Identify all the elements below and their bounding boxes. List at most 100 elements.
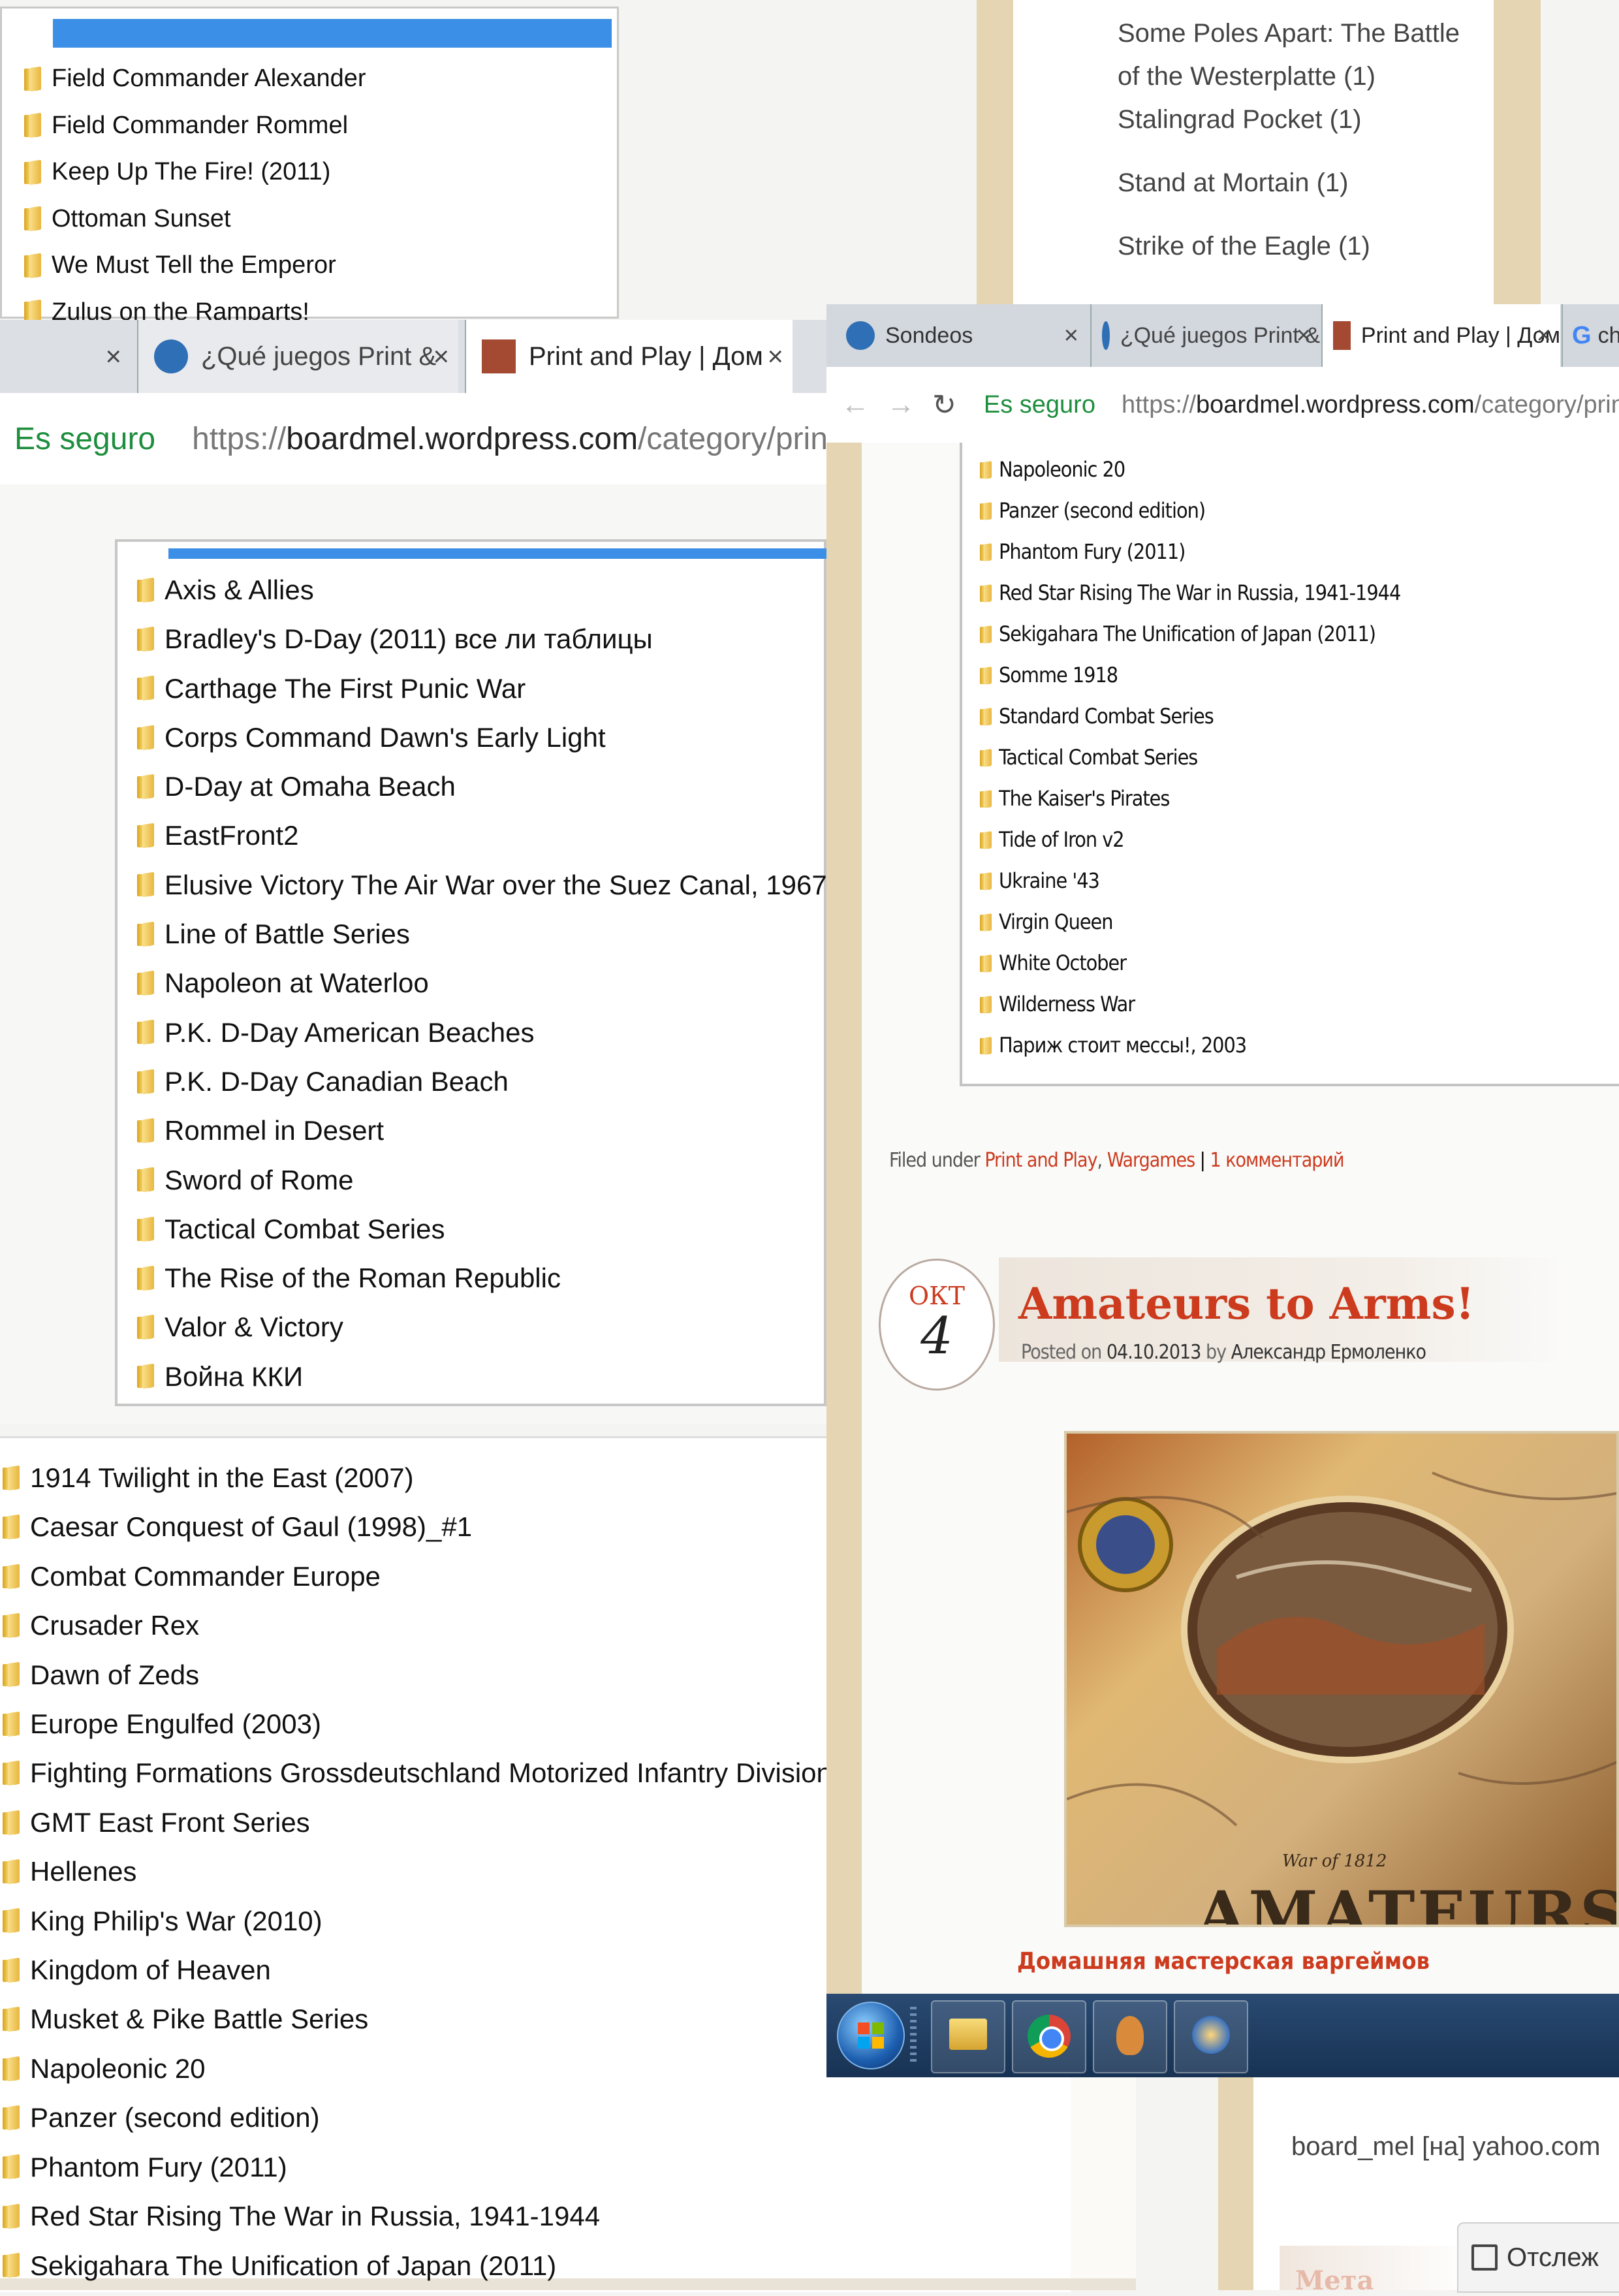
- folder-item[interactable]: Bradley's D-Day (2011) все ли таблицы: [134, 614, 897, 663]
- folder-item[interactable]: Red Star Rising The War in Russia, 1941-…: [978, 573, 1401, 614]
- media-player-taskbar-icon[interactable]: [1174, 2000, 1248, 2073]
- folder-item[interactable]: Corps Command Dawn's Early Light: [134, 713, 897, 762]
- close-icon[interactable]: ×: [433, 341, 449, 372]
- folder-item[interactable]: Panzer (second edition): [978, 490, 1400, 531]
- folder-item[interactable]: Panzer (second edition): [0, 2093, 917, 2142]
- folder-item[interactable]: Phantom Fury (2011): [978, 531, 1400, 573]
- folder-item[interactable]: Ottoman Sunset: [22, 196, 366, 243]
- folder-item[interactable]: Crusader Rex: [0, 1601, 917, 1650]
- folder-icon: [0, 1661, 22, 1688]
- folder-item[interactable]: Napoleonic 20: [0, 2044, 917, 2093]
- folder-item[interactable]: Carthage The First Punic War: [134, 664, 897, 713]
- folder-item[interactable]: White October: [978, 943, 1400, 984]
- folder-item[interactable]: Napoleon at Waterloo: [134, 958, 897, 1007]
- folder-item[interactable]: D-Day at Omaha Beach: [134, 762, 897, 811]
- folder-item[interactable]: Sekigahara The Unification of Japan (201…: [978, 614, 1400, 655]
- folder-item[interactable]: Париж стоит мессы!, 2003: [978, 1025, 1400, 1066]
- start-button[interactable]: [837, 2002, 905, 2069]
- folder-item[interactable]: Tactical Combat Series: [978, 737, 1400, 778]
- close-icon[interactable]: ×: [767, 341, 783, 372]
- folder-item[interactable]: Sekigahara The Unification of Japan (201…: [0, 2241, 917, 2290]
- folder-item[interactable]: Line of Battle Series: [134, 909, 897, 958]
- explorer-taskbar-icon[interactable]: [931, 2000, 1005, 2073]
- sidebar-category-link[interactable]: Stalingrad Pocket (1): [1118, 98, 1483, 161]
- folder-item[interactable]: Rommel in Desert: [134, 1106, 897, 1155]
- folder-item[interactable]: Wilderness War: [978, 984, 1400, 1025]
- post-image[interactable]: War of 1812 AMATEURS: [1064, 1431, 1619, 1927]
- folder-item[interactable]: King Philip's War (2010): [0, 1896, 917, 1945]
- follow-button[interactable]: Отслеж: [1457, 2222, 1619, 2293]
- folder-label: Panzer (second edition): [999, 498, 1206, 523]
- sidebar-category-link[interactable]: Strike of the Eagle (1): [1118, 225, 1483, 288]
- folder-item[interactable]: The Rise of the Roman Republic: [134, 1253, 897, 1302]
- folder-item[interactable]: Combat Commander Europe: [0, 1552, 917, 1601]
- category-link-wargames[interactable]: Wargames: [1107, 1149, 1196, 1172]
- folder-item[interactable]: Caesar Conquest of Gaul (1998)_#1: [0, 1502, 917, 1551]
- folder-item[interactable]: 1914 Twilight in the East (2007): [0, 1453, 917, 1502]
- folder-item[interactable]: P.K. D-Day American Beaches: [134, 1008, 897, 1057]
- folder-item[interactable]: Dawn of Zeds: [0, 1650, 917, 1699]
- folder-item[interactable]: Somme 1918: [978, 655, 1400, 696]
- folder-item[interactable]: Europe Engulfed (2003): [0, 1699, 917, 1748]
- category-link-print-and-play[interactable]: Print and Play: [984, 1149, 1097, 1172]
- tab-que-juegos[interactable]: ¿Qué juegos Print & ×: [1090, 304, 1320, 367]
- selected-row[interactable]: [53, 19, 612, 48]
- tab-google[interactable]: G ch: [1562, 304, 1619, 367]
- folder-item[interactable]: Axis & Allies: [134, 565, 897, 614]
- folder-label: Virgin Queen: [999, 909, 1114, 934]
- tab-sondeos[interactable]: Sondeos ×: [833, 304, 1088, 367]
- folder-item[interactable]: Ukraine '43: [978, 860, 1400, 902]
- image-banner-text: AMATEURS: [1197, 1878, 1619, 1927]
- folder-item[interactable]: Tide of Iron v2: [978, 819, 1400, 860]
- folder-label: Napoleonic 20: [999, 457, 1125, 482]
- folder-item[interactable]: Hellenes: [0, 1847, 917, 1896]
- post-date[interactable]: 04.10.2013: [1107, 1341, 1201, 1364]
- tab-print-and-play[interactable]: Print and Play | Дом ×: [465, 320, 793, 393]
- forward-icon[interactable]: →: [887, 388, 915, 421]
- tab-left-blank[interactable]: ×: [0, 320, 131, 393]
- folder-label: Phantom Fury (2011): [30, 2151, 287, 2182]
- reload-icon[interactable]: ↻: [932, 388, 956, 422]
- folder-item[interactable]: Standard Combat Series: [978, 696, 1400, 737]
- folder-item[interactable]: We Must Tell the Emperor: [22, 242, 366, 289]
- close-icon[interactable]: ×: [1537, 322, 1551, 350]
- folder-item[interactable]: Keep Up The Fire! (2011): [22, 149, 366, 196]
- tab-que-juegos[interactable]: ¿Qué juegos Print & ×: [137, 320, 458, 393]
- folder-item[interactable]: P.K. D-Day Canadian Beach: [134, 1057, 897, 1106]
- tab-print-and-play[interactable]: Print and Play | Дом ×: [1321, 304, 1560, 367]
- post-author[interactable]: Александр Ермоленко: [1231, 1341, 1426, 1364]
- folder-item[interactable]: Tactical Combat Series: [134, 1204, 897, 1253]
- folder-item[interactable]: Fighting Formations Grossdeutschland Mot…: [0, 1748, 917, 1797]
- close-icon[interactable]: ×: [1297, 322, 1311, 350]
- left-address-bar[interactable]: Es seguro https://boardmel.wordpress.com…: [0, 393, 826, 485]
- back-icon[interactable]: ←: [841, 388, 870, 421]
- folder-item[interactable]: Musket & Pike Battle Series: [0, 1994, 917, 2043]
- folder-item[interactable]: Napoleonic 20: [978, 449, 1400, 490]
- selected-row[interactable]: [168, 548, 829, 559]
- folder-item[interactable]: EastFront2: [134, 811, 897, 860]
- folder-item[interactable]: Phantom Fury (2011): [0, 2143, 917, 2192]
- folder-item[interactable]: Sword of Rome: [134, 1156, 897, 1204]
- folder-item[interactable]: Field Commander Alexander: [22, 55, 366, 102]
- right-address-bar[interactable]: ← → ↻ Es seguro https://boardmel.wordpre…: [826, 367, 1619, 443]
- post-title[interactable]: Amateurs to Arms!: [1018, 1278, 1475, 1329]
- folder-label: Rommel in Desert: [165, 1115, 385, 1146]
- folder-item[interactable]: Elusive Victory The Air War over the Sue…: [134, 860, 897, 909]
- sidebar-category-link[interactable]: Stand at Mortain (1): [1118, 161, 1483, 225]
- folder-item[interactable]: Война ККИ: [134, 1352, 897, 1401]
- sidebar-category-link[interactable]: Some Poles Apart: The Battle of the West…: [1118, 12, 1483, 98]
- folder-item[interactable]: Virgin Queen: [978, 902, 1400, 943]
- folder-item[interactable]: GMT East Front Series: [0, 1798, 917, 1847]
- folder-item[interactable]: The Kaiser's Pirates: [978, 778, 1400, 819]
- close-icon[interactable]: ×: [105, 341, 121, 372]
- chrome-taskbar-icon[interactable]: [1012, 2000, 1086, 2073]
- folder-item[interactable]: Kingdom of Heaven: [0, 1945, 917, 1994]
- rabbit-app-taskbar-icon[interactable]: [1093, 2000, 1167, 2073]
- close-icon[interactable]: ×: [1064, 322, 1078, 350]
- folder-item[interactable]: Red Star Rising The War in Russia, 1941-…: [0, 2192, 917, 2241]
- site-footer-title[interactable]: Домашняя мастерская варгеймов: [1017, 1948, 1430, 1975]
- folder-item[interactable]: Valor & Victory: [134, 1302, 897, 1351]
- folder-item[interactable]: Field Commander Rommel: [22, 102, 366, 149]
- folder-label: Europe Engulfed (2003): [30, 1708, 321, 1740]
- comments-link[interactable]: 1 комментарий: [1210, 1149, 1344, 1172]
